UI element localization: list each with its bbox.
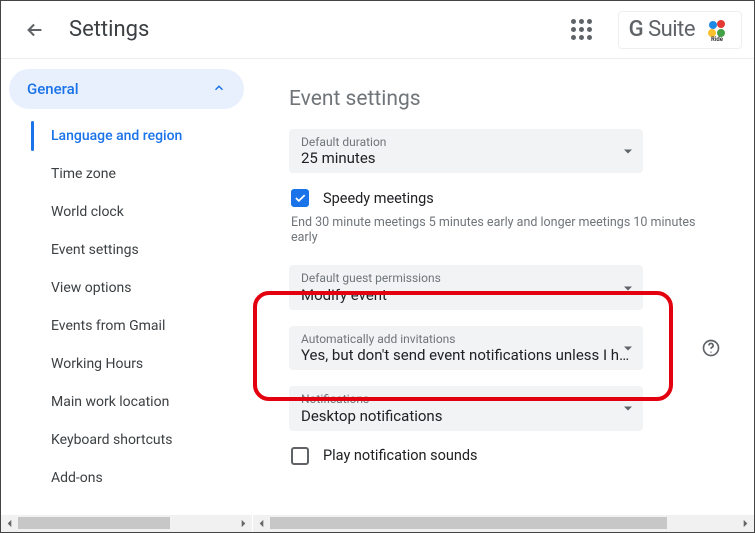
sidebar-item-add-ons[interactable]: Add-ons xyxy=(1,459,252,497)
sidebar-item-keyboard-shortcuts[interactable]: Keyboard shortcuts xyxy=(1,421,252,459)
sidebar-item-label: Events from Gmail xyxy=(51,318,165,334)
sidebar-item-working-hours[interactable]: Working Hours xyxy=(1,345,252,383)
scroll-thumb[interactable] xyxy=(18,517,170,529)
sidebar-section-label: General xyxy=(27,80,79,98)
notifications-dropdown[interactable]: Notifications Desktop notifications xyxy=(289,386,643,430)
sidebar-item-label: View options xyxy=(51,280,132,296)
default-duration-dropdown[interactable]: Default duration 25 minutes xyxy=(289,129,643,173)
guest-permissions-dropdown[interactable]: Default guest permissions Modify event xyxy=(289,265,643,309)
scroll-right-icon[interactable] xyxy=(737,515,754,532)
sidebar-item-world-clock[interactable]: World clock xyxy=(1,193,252,231)
svg-text:Ride: Ride xyxy=(711,36,724,43)
page-title: Settings xyxy=(69,17,149,42)
sidebar-item-main-work-location[interactable]: Main work location xyxy=(1,383,252,421)
checkbox-label: Speedy meetings xyxy=(323,190,434,207)
back-button[interactable] xyxy=(21,16,49,44)
org-logo: Ride xyxy=(703,16,731,44)
sidebar-item-event-settings[interactable]: Event settings xyxy=(1,231,252,269)
dropdown-value: Desktop notifications xyxy=(301,407,633,425)
dropdown-label: Notifications xyxy=(301,392,633,406)
content-pane: Event settings Default duration 25 minut… xyxy=(253,59,754,515)
dropdown-label: Automatically add invitations xyxy=(301,332,633,346)
help-icon[interactable] xyxy=(699,336,723,360)
sidebar-item-label: Language and region xyxy=(51,128,182,144)
sidebar-item-language-and-region[interactable]: Language and region xyxy=(1,117,252,155)
checkbox-label: Play notification sounds xyxy=(323,447,478,464)
scroll-left-icon[interactable] xyxy=(1,515,18,532)
sidebar-item-label: Add-ons xyxy=(51,470,103,486)
sidebar-item-events-from-gmail[interactable]: Events from Gmail xyxy=(1,307,252,345)
caret-down-icon xyxy=(623,278,633,297)
sidebar-item-time-zone[interactable]: Time zone xyxy=(1,155,252,193)
dropdown-label: Default duration xyxy=(301,135,633,149)
scroll-right-icon[interactable] xyxy=(235,515,252,532)
sidebar-item-label: Working Hours xyxy=(51,356,143,372)
dropdown-value: Yes, but don't send event notifications … xyxy=(301,346,633,364)
sidebar: General Language and region Time zone Wo… xyxy=(1,59,253,532)
sidebar-item-view-options[interactable]: View options xyxy=(1,269,252,307)
gsuite-badge[interactable]: G Suite Ride xyxy=(618,11,742,49)
speedy-meetings-hint: End 30 minute meetings 5 minutes early a… xyxy=(291,215,721,245)
sidebar-item-label: Event settings xyxy=(51,242,139,258)
sidebar-item-label: Main work location xyxy=(51,394,169,410)
apps-button[interactable] xyxy=(562,10,602,50)
section-title: Event settings xyxy=(289,87,724,111)
gsuite-label: G Suite xyxy=(629,17,695,42)
caret-down-icon xyxy=(623,399,633,418)
speedy-meetings-checkbox[interactable]: Speedy meetings xyxy=(291,189,724,207)
scroll-track[interactable] xyxy=(18,515,235,532)
sidebar-item-label: Keyboard shortcuts xyxy=(51,432,172,448)
sidebar-item-label: Time zone xyxy=(51,166,116,182)
checkbox-icon xyxy=(291,447,309,465)
sidebar-section-general[interactable]: General xyxy=(9,69,244,109)
caret-down-icon xyxy=(623,338,633,357)
content-hscroll[interactable] xyxy=(253,515,754,532)
dropdown-value: Modify event xyxy=(301,286,633,304)
dropdown-label: Default guest permissions xyxy=(301,271,633,285)
caret-down-icon xyxy=(623,142,633,161)
chevron-up-icon xyxy=(212,80,226,99)
scroll-track[interactable] xyxy=(270,515,737,532)
sidebar-hscroll[interactable] xyxy=(1,515,252,532)
apps-icon xyxy=(571,19,592,40)
play-sounds-checkbox[interactable]: Play notification sounds xyxy=(291,447,724,465)
sidebar-item-label: World clock xyxy=(51,204,124,220)
dropdown-value: 25 minutes xyxy=(301,149,633,167)
scroll-thumb[interactable] xyxy=(270,517,667,529)
checkbox-icon xyxy=(291,189,309,207)
auto-invitations-dropdown[interactable]: Automatically add invitations Yes, but d… xyxy=(289,326,643,370)
scroll-left-icon[interactable] xyxy=(253,515,270,532)
